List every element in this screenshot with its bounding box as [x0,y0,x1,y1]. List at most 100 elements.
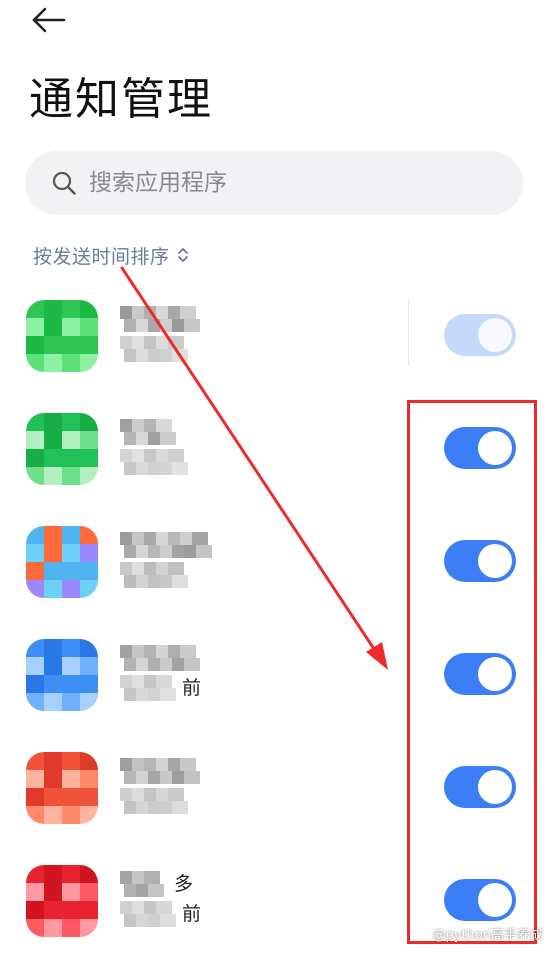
icon-pixel [80,318,98,336]
app-icon [26,300,98,372]
icon-pixel [44,526,62,544]
icon-pixel [62,431,80,449]
icon-pixel [80,431,98,449]
icon-pixel [62,336,80,354]
app-name-obscured [120,306,230,332]
mosaic-block [168,788,184,801]
icon-pixel [62,675,80,693]
mosaic-block [180,306,196,319]
sort-selector[interactable]: 按发送时间排序 [33,240,192,270]
mosaic-block [172,575,188,588]
icon-pixel [80,300,98,318]
icon-pixel [62,919,80,937]
toggle-knob [478,544,512,578]
icon-pixel [80,675,98,693]
mosaic-block [180,645,196,658]
icon-pixel [80,693,98,711]
app-row [0,732,553,844]
icon-pixel [26,883,44,901]
icon-pixel [44,865,62,883]
icon-pixel [26,901,44,919]
app-subtitle-obscured [120,788,230,814]
sort-updown-icon [176,245,192,265]
notification-toggle[interactable] [444,540,516,582]
mosaic-block [144,871,160,884]
icon-pixel [44,693,62,711]
toggle-knob [478,770,512,804]
mosaic-block [160,914,176,927]
icon-pixel [44,580,62,598]
app-name-obscured [120,645,230,671]
mosaic-block [156,419,172,432]
icon-pixel [80,336,98,354]
icon-pixel [26,354,44,372]
icon-pixel [80,413,98,431]
notification-toggle[interactable] [444,314,516,356]
watermark-logo-icon [415,926,430,941]
mosaic-block [156,901,172,914]
mosaic-block [168,449,184,462]
icon-pixel [44,788,62,806]
icon-pixel [62,318,80,336]
icon-pixel [80,639,98,657]
icon-pixel [62,770,80,788]
back-button[interactable] [26,4,70,40]
notification-toggle[interactable] [444,766,516,808]
icon-pixel [62,562,80,580]
icon-pixel [62,752,80,770]
icon-pixel [26,562,44,580]
app-icon [26,752,98,824]
icon-pixel [80,806,98,824]
mosaic-block [184,319,200,332]
icon-pixel [44,413,62,431]
icon-pixel [44,354,62,372]
icon-pixel [44,336,62,354]
back-arrow-icon [30,6,66,38]
mosaic-block [156,675,172,688]
toggle-knob [478,318,512,352]
icon-pixel [26,318,44,336]
icon-pixel [44,675,62,693]
icon-pixel [62,449,80,467]
icon-pixel [26,526,44,544]
search-bar[interactable] [25,151,523,215]
notification-toggle[interactable] [444,427,516,469]
app-row [0,280,553,392]
icon-pixel [62,526,80,544]
watermark-text: @python高手养成 [432,928,543,943]
mosaic-block [168,336,184,349]
icon-pixel [80,526,98,544]
icon-pixel [80,580,98,598]
app-row [0,506,553,618]
mosaic-block [168,562,184,575]
icon-pixel [44,883,62,901]
icon-pixel [26,865,44,883]
icon-pixel [26,919,44,937]
icon-pixel [80,752,98,770]
icon-pixel [62,300,80,318]
icon-pixel [26,639,44,657]
icon-pixel [44,562,62,580]
icon-pixel [26,580,44,598]
notification-toggle[interactable] [444,879,516,921]
icon-pixel [26,449,44,467]
icon-pixel [44,431,62,449]
notification-toggle[interactable] [444,653,516,695]
icon-pixel [44,806,62,824]
toggle-knob [478,657,512,691]
app-row: 前 [0,619,553,731]
app-icon [26,639,98,711]
icon-pixel [44,467,62,485]
icon-pixel [62,865,80,883]
icon-pixel [26,413,44,431]
icon-pixel [26,657,44,675]
app-name-obscured [120,419,230,445]
icon-pixel [80,467,98,485]
icon-pixel [80,788,98,806]
mosaic-block [184,771,200,784]
icon-pixel [44,752,62,770]
icon-pixel [44,300,62,318]
search-input[interactable] [89,170,523,196]
icon-pixel [44,449,62,467]
icon-pixel [44,318,62,336]
